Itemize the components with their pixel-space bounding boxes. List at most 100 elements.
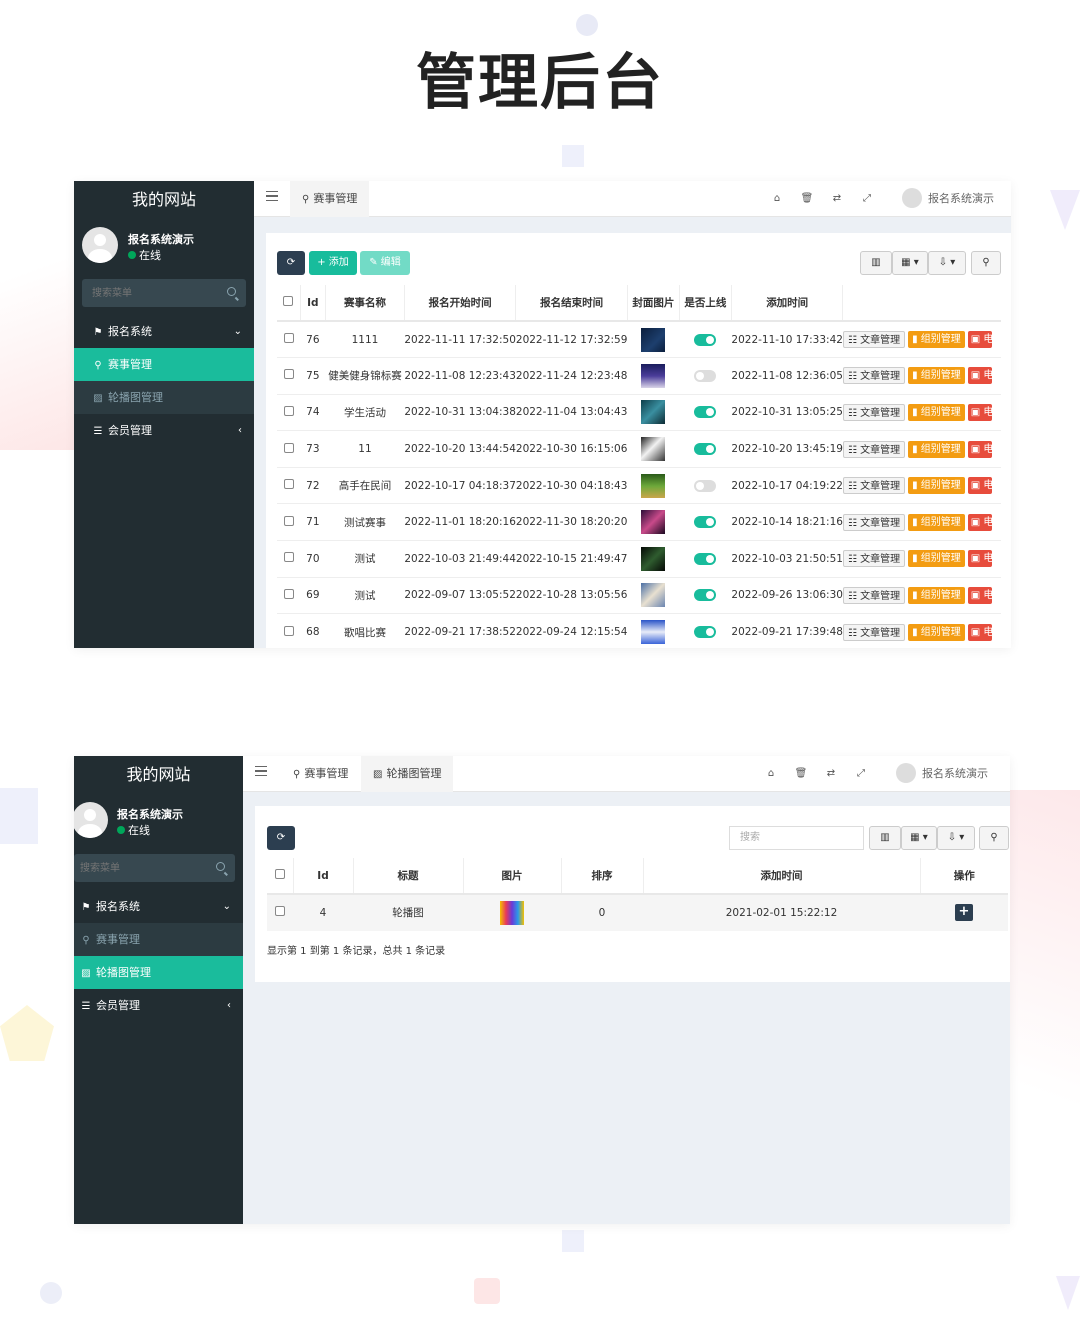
group-manage-button[interactable]: ▮ 组别管理	[908, 550, 965, 568]
e-button[interactable]: ▣ 电	[967, 586, 992, 604]
cover-thumbnail[interactable]	[641, 510, 666, 535]
online-toggle[interactable]	[694, 333, 717, 346]
online-toggle[interactable]	[694, 626, 717, 639]
tab-carousel[interactable]: ▨ 轮播图管理	[361, 756, 454, 792]
search-toggle-button[interactable]: ⚲	[979, 826, 1009, 850]
sidebar-item-registration[interactable]: ⚑ 报名系统 ⌄	[74, 890, 243, 923]
sidebar-item-carousel[interactable]: ▨ 轮播图管理	[74, 956, 243, 989]
cover-thumbnail[interactable]	[641, 327, 666, 352]
expand-plus-icon[interactable]: +	[955, 904, 973, 922]
export-button[interactable]: ⇩ ▾	[937, 826, 975, 850]
carousel-thumbnail[interactable]	[500, 900, 524, 925]
e-button[interactable]: ▣ 电	[967, 440, 992, 458]
article-manage-button[interactable]: ☷ 文章管理	[842, 586, 906, 604]
column-sort[interactable]: 排序	[561, 858, 644, 895]
row-checkbox[interactable]	[277, 430, 301, 468]
tab-events[interactable]: ⚲ 赛事管理	[290, 181, 370, 217]
logo[interactable]: 我的网站	[74, 756, 243, 794]
column-cover[interactable]: 封面图片	[627, 285, 680, 322]
table-row[interactable]: 69 测试 2022-09-07 13:05:52 2022-10-28 13:05:…	[277, 576, 1001, 614]
e-button[interactable]: ▣ 电	[967, 623, 992, 641]
table-row[interactable]: 70 测试 2022-10-03 21:49:44 2022-10-15 21:49:…	[277, 540, 1001, 578]
online-toggle[interactable]	[694, 479, 717, 492]
article-manage-button[interactable]: ☷ 文章管理	[842, 403, 906, 421]
article-manage-button[interactable]: ☷ 文章管理	[842, 440, 906, 458]
e-button[interactable]: ▣ 电	[967, 477, 992, 495]
group-manage-button[interactable]: ▮ 组别管理	[908, 440, 965, 458]
cover-thumbnail[interactable]	[641, 473, 666, 498]
article-manage-button[interactable]: ☷ 文章管理	[842, 331, 906, 349]
online-toggle[interactable]	[694, 369, 717, 382]
online-toggle[interactable]	[694, 443, 717, 456]
group-manage-button[interactable]: ▮ 组别管理	[908, 586, 965, 604]
column-added[interactable]: 添加时间	[643, 858, 921, 895]
online-toggle[interactable]	[694, 589, 717, 602]
table-row[interactable]: 76 1111 2022-11-11 17:32:50 2022-11-12 17:3…	[277, 320, 1001, 358]
article-manage-button[interactable]: ☷ 文章管理	[842, 550, 906, 568]
select-all-checkbox[interactable]	[277, 285, 301, 322]
fullscreen-icon[interactable]: ⤢	[852, 181, 882, 217]
export-button[interactable]: ⇩ ▾	[928, 251, 966, 275]
table-row[interactable]: 71 测试赛事 2022-11-01 18:20:16 2022-11-30 18:2…	[277, 503, 1001, 541]
fullscreen-icon[interactable]: ⤢	[846, 756, 876, 792]
row-checkbox[interactable]	[277, 540, 301, 578]
table-row[interactable]: 75 健美健身锦标赛 2022-11-08 12:23:43 2022-11-24 1…	[277, 357, 1001, 395]
e-button[interactable]: ▣ 电	[967, 513, 992, 531]
group-manage-button[interactable]: ▮ 组别管理	[908, 403, 965, 421]
table-row[interactable]: 4 轮播图 0 2021-02-01 15:22:12 +	[267, 893, 1008, 931]
home-icon[interactable]: ⌂	[762, 181, 792, 217]
article-manage-button[interactable]: ☷ 文章管理	[842, 623, 906, 641]
translate-icon[interactable]: ⇄	[822, 181, 852, 217]
menu-search-input[interactable]	[82, 279, 246, 307]
group-manage-button[interactable]: ▮ 组别管理	[908, 477, 965, 495]
select-all-checkbox[interactable]	[267, 858, 294, 895]
column-name[interactable]: 赛事名称	[325, 285, 405, 322]
sidebar-item-registration[interactable]: ⚑ 报名系统 ⌄	[74, 315, 254, 348]
e-button[interactable]: ▣ 电	[967, 403, 992, 421]
home-icon[interactable]: ⌂	[756, 756, 786, 792]
row-checkbox[interactable]	[277, 576, 301, 614]
article-manage-button[interactable]: ☷ 文章管理	[842, 513, 906, 531]
article-manage-button[interactable]: ☷ 文章管理	[842, 367, 906, 385]
cover-thumbnail[interactable]	[641, 620, 666, 645]
topbar-user[interactable]: 报名系统演示	[896, 756, 988, 792]
cover-thumbnail[interactable]	[641, 363, 666, 388]
sidebar-item-members[interactable]: ☰ 会员管理 ‹	[74, 414, 254, 447]
column-actions[interactable]: 操作	[920, 858, 1008, 895]
search-toggle-button[interactable]: ⚲	[971, 251, 1001, 275]
cover-thumbnail[interactable]	[641, 583, 666, 608]
column-end[interactable]: 报名结束时间	[515, 285, 628, 322]
row-checkbox[interactable]	[277, 320, 301, 358]
column-added[interactable]: 添加时间	[731, 285, 844, 322]
column-id[interactable]: Id	[293, 858, 354, 895]
column-start[interactable]: 报名开始时间	[404, 285, 517, 322]
menu-search-input[interactable]	[74, 854, 235, 882]
cover-thumbnail[interactable]	[641, 437, 666, 462]
toggle-view-button[interactable]: ▥	[860, 251, 892, 275]
online-toggle[interactable]	[694, 516, 717, 529]
table-row[interactable]: 73 11 2022-10-20 13:44:54 2022-10-30 16:15:…	[277, 430, 1001, 468]
row-checkbox[interactable]	[277, 503, 301, 541]
group-manage-button[interactable]: ▮ 组别管理	[908, 513, 965, 531]
refresh-button[interactable]: ⟳	[267, 826, 295, 850]
add-button[interactable]: + 添加	[309, 251, 357, 275]
row-checkbox[interactable]	[277, 393, 301, 431]
edit-button[interactable]: ✎ 编辑	[360, 251, 410, 275]
search-icon[interactable]	[227, 287, 236, 296]
row-checkbox[interactable]	[267, 893, 293, 931]
e-button[interactable]: ▣ 电	[967, 367, 992, 385]
table-row[interactable]: 72 高手在民间 2022-10-17 04:18:37 2022-10-30 04:…	[277, 466, 1001, 504]
column-title[interactable]: 标题	[353, 858, 464, 895]
topbar-user[interactable]: 报名系统演示	[902, 181, 994, 217]
trash-icon[interactable]: 🗑	[786, 756, 816, 792]
e-button[interactable]: ▣ 电	[967, 331, 992, 349]
sidebar-item-events[interactable]: ⚲ 赛事管理	[74, 923, 243, 956]
article-manage-button[interactable]: ☷ 文章管理	[842, 477, 906, 495]
column-online[interactable]: 是否上线	[679, 285, 732, 322]
column-image[interactable]: 图片	[463, 858, 562, 895]
column-id[interactable]: Id	[300, 285, 327, 322]
group-manage-button[interactable]: ▮ 组别管理	[908, 623, 965, 641]
menu-toggle-icon[interactable]	[266, 191, 278, 201]
trash-icon[interactable]: 🗑	[792, 181, 822, 217]
sidebar-item-carousel[interactable]: ▨ 轮播图管理	[74, 381, 254, 414]
